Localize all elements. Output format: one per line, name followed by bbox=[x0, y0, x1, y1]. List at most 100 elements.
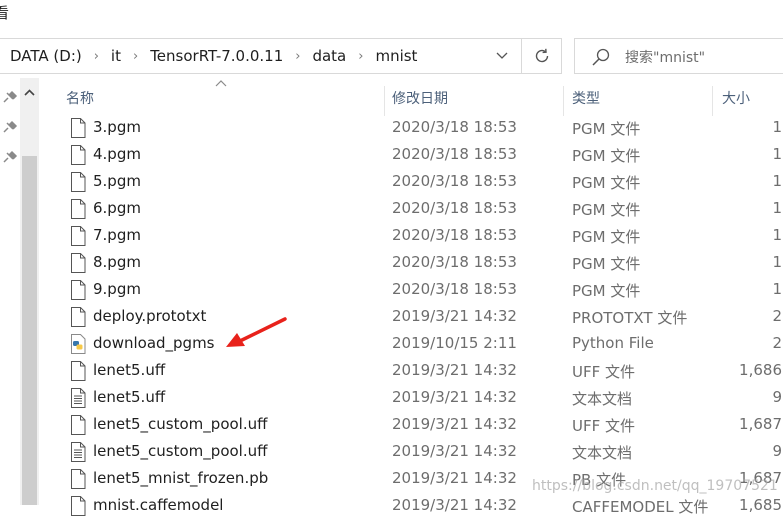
file-name[interactable]: mnist.caffemodel bbox=[93, 496, 223, 514]
file-type: PGM 文件 bbox=[572, 147, 641, 165]
window-title-fragment: 看 bbox=[0, 4, 10, 22]
file-type: PGM 文件 bbox=[572, 120, 641, 138]
file-row[interactable]: lenet5_custom_pool.uff 2019/3/21 14:32 文本文… bbox=[62, 439, 783, 466]
file-size: 2 bbox=[772, 307, 782, 325]
python-file-icon bbox=[70, 334, 86, 354]
navigation-scrollbar[interactable] bbox=[20, 78, 39, 505]
file-row[interactable]: deploy.prototxt 2019/3/21 14:32 PROTOTXT 文… bbox=[62, 304, 783, 331]
blank-file-icon bbox=[70, 226, 86, 246]
file-size: 1,687 bbox=[739, 415, 782, 433]
file-name[interactable]: 9.pgm bbox=[93, 280, 141, 298]
file-size: 1 bbox=[772, 199, 782, 217]
column-header-modified[interactable]: 修改日期 bbox=[392, 80, 448, 116]
file-name[interactable]: 5.pgm bbox=[93, 172, 141, 190]
blank-file-icon bbox=[70, 199, 86, 219]
search-icon bbox=[592, 48, 610, 66]
file-modified-date: 2019/3/21 14:32 bbox=[392, 496, 517, 514]
pin-icon[interactable] bbox=[0, 150, 18, 166]
file-row[interactable]: lenet5_custom_pool.uff 2019/3/21 14:32 UFF… bbox=[62, 412, 783, 439]
file-type: 文本文档 bbox=[572, 390, 633, 408]
file-row[interactable]: 9.pgm 2020/3/18 18:53 PGM 文件 1 bbox=[62, 277, 783, 304]
file-list: 3.pgm 2020/3/18 18:53 PGM 文件 1 4.pgm 2020/3/1… bbox=[62, 115, 783, 520]
breadcrumb-item-data[interactable]: data bbox=[312, 47, 346, 65]
file-name[interactable]: deploy.prototxt bbox=[93, 307, 206, 325]
file-modified-date: 2019/3/21 14:32 bbox=[392, 307, 517, 325]
address-history-dropdown[interactable] bbox=[487, 39, 517, 73]
red-arrow-annotation-icon bbox=[226, 317, 287, 347]
chevron-right-icon[interactable]: › bbox=[133, 49, 138, 64]
file-modified-date: 2020/3/18 18:53 bbox=[392, 199, 517, 217]
chevron-up-icon bbox=[24, 88, 35, 96]
file-row[interactable]: 4.pgm 2020/3/18 18:53 PGM 文件 1 bbox=[62, 142, 783, 169]
chevron-right-icon[interactable]: › bbox=[295, 49, 300, 64]
file-row[interactable]: lenet5.uff 2019/3/21 14:32 文本文档 9 bbox=[62, 385, 783, 412]
file-type: PROTOTXT 文件 bbox=[572, 309, 688, 327]
blank-file-icon bbox=[70, 415, 86, 435]
text-file-icon bbox=[70, 388, 86, 408]
refresh-button[interactable] bbox=[521, 39, 562, 73]
file-name[interactable]: lenet5_custom_pool.uff bbox=[93, 442, 267, 460]
column-header-size[interactable]: 大小 bbox=[722, 80, 750, 116]
scroll-thumb[interactable] bbox=[22, 156, 37, 505]
file-modified-date: 2020/3/18 18:53 bbox=[392, 145, 517, 163]
search-input[interactable]: 搜索"mnist" bbox=[574, 38, 783, 74]
file-modified-date: 2019/10/15 2:11 bbox=[392, 334, 517, 352]
file-row[interactable]: download_pgms 2019/10/15 2:11 Python File 2 bbox=[62, 331, 783, 358]
pin-icon[interactable] bbox=[0, 90, 18, 106]
file-type: CAFFEMODEL 文件 bbox=[572, 498, 709, 516]
scroll-up-button[interactable] bbox=[20, 84, 39, 100]
file-modified-date: 2019/3/21 14:32 bbox=[392, 415, 517, 433]
file-row[interactable]: 7.pgm 2020/3/18 18:53 PGM 文件 1 bbox=[62, 223, 783, 250]
file-row[interactable]: 8.pgm 2020/3/18 18:53 PGM 文件 1 bbox=[62, 250, 783, 277]
chevron-right-icon[interactable]: › bbox=[358, 49, 363, 64]
column-divider[interactable] bbox=[384, 86, 385, 116]
file-type: PGM 文件 bbox=[572, 255, 641, 273]
file-row[interactable]: lenet5.uff 2019/3/21 14:32 UFF 文件 1,686 bbox=[62, 358, 783, 385]
file-row[interactable]: 5.pgm 2020/3/18 18:53 PGM 文件 1 bbox=[62, 169, 783, 196]
file-name[interactable]: lenet5.uff bbox=[93, 388, 165, 406]
file-modified-date: 2020/3/18 18:53 bbox=[392, 172, 517, 190]
file-name[interactable]: download_pgms bbox=[93, 334, 215, 352]
file-row[interactable]: 3.pgm 2020/3/18 18:53 PGM 文件 1 bbox=[62, 115, 783, 142]
address-bar[interactable]: DATA (D:) › it › TensorRT-7.0.0.11 › dat… bbox=[0, 38, 562, 74]
file-name[interactable]: 3.pgm bbox=[93, 118, 141, 136]
blank-file-icon bbox=[70, 118, 86, 138]
file-name[interactable]: 8.pgm bbox=[93, 253, 141, 271]
file-type: UFF 文件 bbox=[572, 363, 636, 381]
file-modified-date: 2020/3/18 18:53 bbox=[392, 118, 517, 136]
blank-file-icon bbox=[70, 361, 86, 381]
file-type: PGM 文件 bbox=[572, 282, 641, 300]
breadcrumb-item-drive[interactable]: DATA (D:) bbox=[10, 47, 82, 65]
file-name[interactable]: 7.pgm bbox=[93, 226, 141, 244]
column-header-name[interactable]: 名称 bbox=[66, 80, 94, 116]
file-row[interactable]: 6.pgm 2020/3/18 18:53 PGM 文件 1 bbox=[62, 196, 783, 223]
file-name[interactable]: lenet5_mnist_frozen.pb bbox=[93, 469, 268, 487]
blank-file-icon bbox=[70, 469, 86, 489]
breadcrumb-item-mnist[interactable]: mnist bbox=[375, 47, 417, 65]
blank-file-icon bbox=[70, 172, 86, 192]
file-type: 文本文档 bbox=[572, 444, 633, 462]
file-name[interactable]: lenet5.uff bbox=[93, 361, 165, 379]
column-divider[interactable] bbox=[563, 86, 564, 116]
watermark: https://blog.csdn.net/qq_19707521 bbox=[532, 478, 778, 494]
file-size: 9 bbox=[772, 388, 782, 406]
file-size: 1 bbox=[772, 145, 782, 163]
file-size: 1 bbox=[772, 172, 782, 190]
file-size: 1 bbox=[772, 226, 782, 244]
file-type: UFF 文件 bbox=[572, 417, 636, 435]
file-name[interactable]: 6.pgm bbox=[93, 199, 141, 217]
file-size: 1 bbox=[772, 280, 782, 298]
blank-file-icon bbox=[70, 145, 86, 165]
file-row[interactable]: mnist.caffemodel 2019/3/21 14:32 CAFFEMODE… bbox=[62, 493, 783, 520]
file-size: 2 bbox=[772, 334, 782, 352]
file-size: 1,686 bbox=[739, 361, 782, 379]
pin-icon[interactable] bbox=[0, 120, 18, 136]
breadcrumb-item-tensorrt[interactable]: TensorRT-7.0.0.11 bbox=[150, 47, 283, 65]
file-name[interactable]: lenet5_custom_pool.uff bbox=[93, 415, 267, 433]
column-divider[interactable] bbox=[712, 86, 713, 116]
breadcrumb-item-it[interactable]: it bbox=[111, 47, 121, 65]
file-name[interactable]: 4.pgm bbox=[93, 145, 141, 163]
chevron-right-icon[interactable]: › bbox=[94, 49, 99, 64]
column-header-type[interactable]: 类型 bbox=[572, 80, 600, 116]
refresh-icon bbox=[535, 48, 549, 63]
